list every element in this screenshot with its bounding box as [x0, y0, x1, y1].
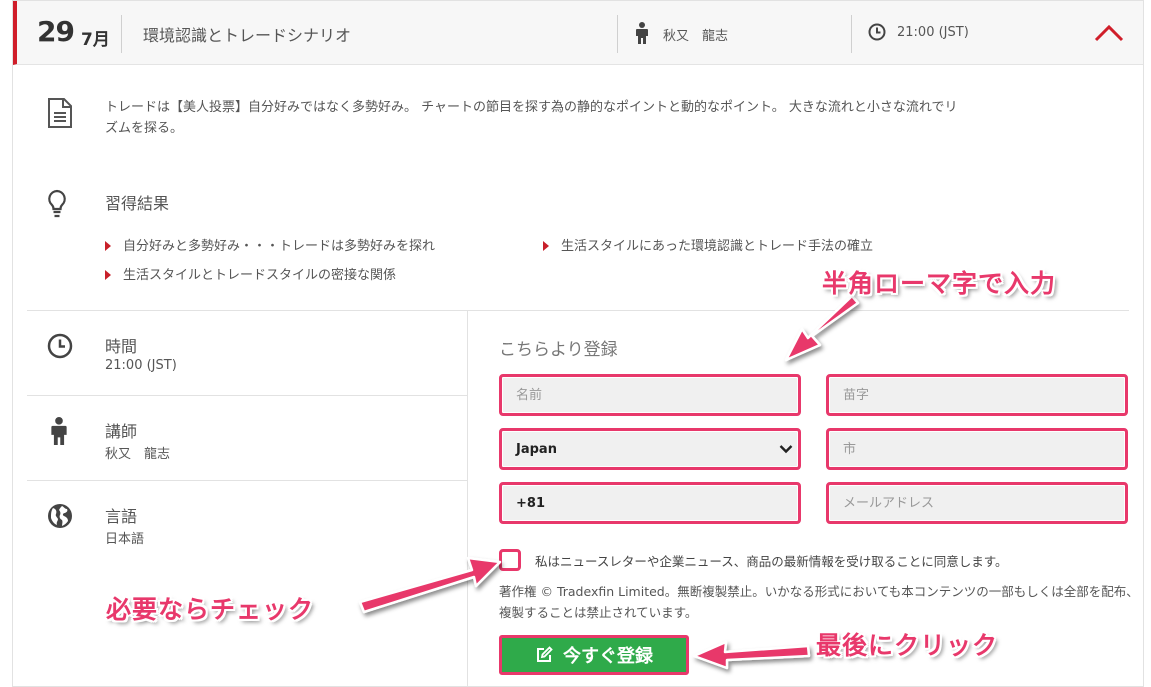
webinar-title: 環境認識とトレードシナリオ — [143, 26, 352, 45]
register-button-label: 今すぐ登録 — [563, 646, 653, 667]
country-select[interactable]: Japan — [499, 428, 801, 470]
copyright-text: 著作権 © Tradexfin Limited。無断複製禁止。いかなる形式におい… — [499, 584, 1139, 620]
time-label: 時間 — [105, 337, 138, 356]
consent-checkbox[interactable] — [499, 549, 521, 571]
divider — [27, 395, 467, 396]
webinar-card: 29 7月 環境認識とトレードシナリオ 秋又 龍志 21:00 (JST) トレ… — [12, 0, 1144, 687]
globe-icon — [48, 504, 72, 528]
webinar-description: トレードは【美人投票】自分好みではなく多勢好み。 チャートの節目を探す為の静的な… — [105, 100, 958, 136]
time-value: 21:00 (JST) — [105, 358, 177, 373]
divider — [617, 15, 618, 53]
result-item: 自分好みと多勢好み・・・トレードは多勢好みを探れ — [105, 235, 435, 254]
webinar-header[interactable]: 29 7月 環境認識とトレードシナリオ 秋又 龍志 21:00 (JST) — [13, 1, 1143, 65]
first-name-input[interactable] — [499, 374, 801, 416]
language-label: 言語 — [105, 507, 138, 526]
result-item: 生活スタイルにあった環境認識とトレード手法の確立 — [543, 235, 873, 254]
divider — [467, 310, 468, 687]
lightbulb-icon — [48, 189, 66, 218]
divider — [851, 15, 852, 53]
header-time: 21:00 (JST) — [897, 25, 969, 40]
edit-icon — [537, 646, 553, 662]
header-instructor: 秋又 龍志 — [663, 29, 729, 44]
consent-text: 私はニュースレターや企業ニュース、商品の最新情報を受け取ることに同意します。 — [535, 554, 1008, 569]
clock-icon — [47, 333, 73, 359]
city-input[interactable] — [826, 428, 1128, 470]
arrow-icon — [543, 241, 549, 251]
clock-icon — [868, 23, 886, 41]
result-item: 生活スタイルとトレードスタイルの密接な関係 — [105, 264, 396, 283]
annotation-check: 必要ならチェック — [106, 595, 315, 624]
divider — [27, 480, 467, 481]
annotation-click: 最後にクリック — [816, 631, 999, 660]
country-select-value: Japan — [516, 441, 557, 457]
date-month: 7月 — [81, 30, 110, 50]
person-icon — [51, 417, 67, 445]
arrow-icon — [105, 241, 111, 251]
phone-input[interactable] — [499, 482, 801, 524]
person-icon — [636, 22, 648, 44]
instructor-value: 秋又 龍志 — [105, 447, 171, 462]
arrow-icon — [105, 270, 111, 280]
annotation-romaji: 半角ローマ字で入力 — [822, 269, 1057, 298]
register-now-button[interactable]: 今すぐ登録 — [499, 635, 689, 675]
email-input[interactable] — [826, 482, 1128, 524]
last-name-input[interactable] — [826, 374, 1128, 416]
form-title: こちらより登録 — [499, 340, 618, 360]
divider — [121, 15, 122, 53]
language-value: 日本語 — [105, 532, 145, 547]
divider — [27, 310, 1129, 311]
results-title: 習得結果 — [105, 194, 170, 213]
date-day: 29 — [37, 15, 75, 48]
document-icon — [48, 98, 72, 128]
chevron-up-icon[interactable] — [1093, 21, 1125, 45]
instructor-label: 講師 — [105, 422, 138, 441]
